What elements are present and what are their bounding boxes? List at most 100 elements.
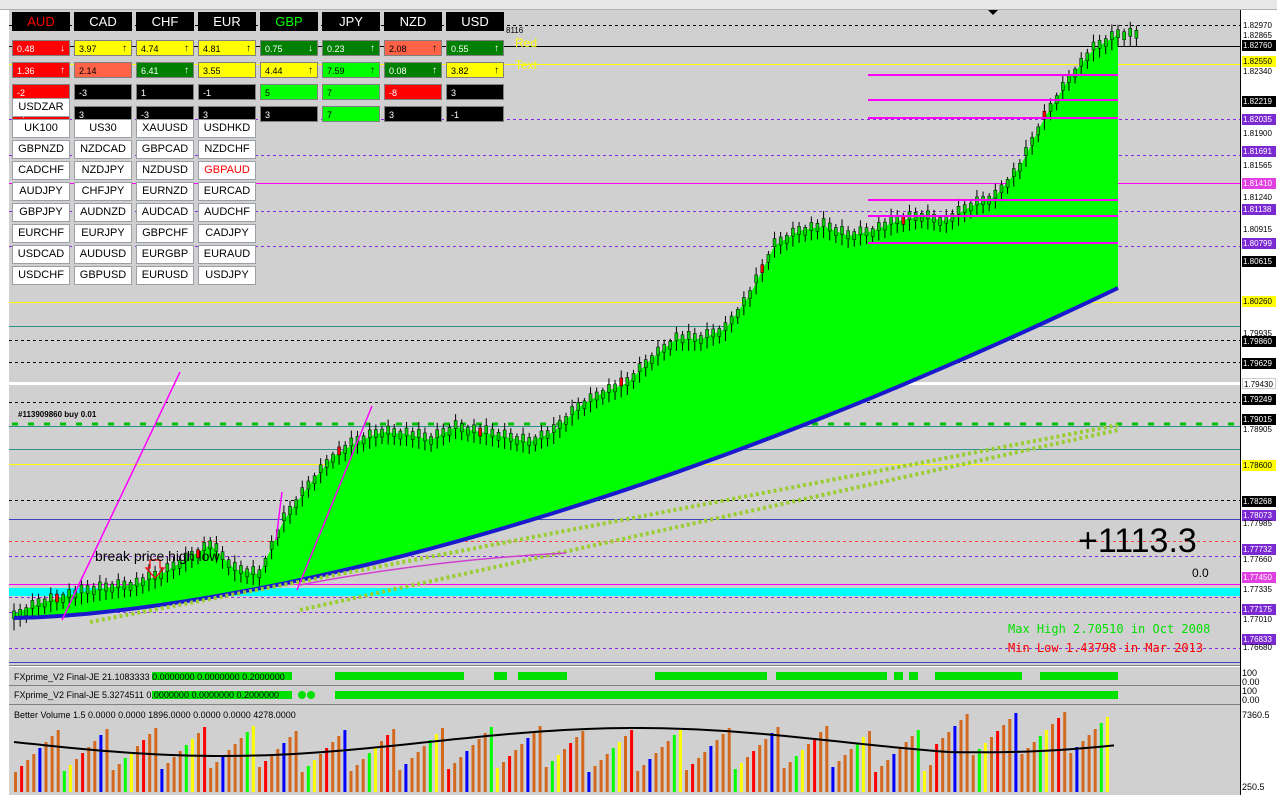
symbol-button-gbpnzd[interactable]: GBPNZD — [12, 140, 70, 159]
symbol-button-audusd[interactable]: AUDUSD — [74, 245, 132, 264]
candle-body — [643, 359, 648, 368]
candle-body — [760, 264, 765, 273]
candle-body — [490, 428, 495, 438]
candle-body — [79, 584, 84, 594]
volume-bar — [770, 733, 774, 792]
symbol-button-usdcad[interactable]: USDCAD — [12, 245, 70, 264]
symbol-button-eurnzd[interactable]: EURNZD — [136, 182, 194, 201]
strength-cell: 0.55 ↑ — [446, 40, 504, 56]
candle-body — [300, 487, 305, 496]
volume-bar — [819, 732, 823, 792]
symbol-button-chfjpy[interactable]: CHFJPY — [74, 182, 132, 201]
candle-body — [55, 593, 59, 603]
symbol-button-usdhkd[interactable]: USDHKD — [198, 119, 256, 138]
symbol-button-us30[interactable]: US30 — [74, 119, 132, 138]
volume-bar — [38, 748, 42, 792]
volume-bar — [331, 742, 335, 792]
candle-body — [883, 221, 887, 231]
candle-body — [674, 332, 679, 342]
symbol-button-gbpcad[interactable]: GBPCAD — [136, 140, 194, 159]
symbol-button-uk100[interactable]: UK100 — [12, 119, 70, 138]
symbol-button-euraud[interactable]: EURAUD — [198, 245, 256, 264]
candle-body — [441, 428, 446, 437]
strength-cell: 6.41 ↑ — [136, 62, 194, 78]
candle-body — [748, 290, 752, 299]
volume-bar — [721, 734, 725, 792]
candle-body — [576, 402, 581, 411]
candle-body — [999, 184, 1004, 194]
volume-bar — [672, 735, 676, 792]
candle-body — [374, 429, 378, 438]
candle-body — [766, 254, 771, 263]
symbol-button-usdjpy[interactable]: USDJPY — [198, 266, 256, 285]
symbol-button-usdchf[interactable]: USDCHF — [12, 266, 70, 285]
currency-header-usd: USD — [446, 12, 504, 31]
candle-body — [509, 432, 513, 442]
candle-body — [349, 437, 354, 447]
candle-body — [386, 425, 390, 435]
symbol-button-gbpusd[interactable]: GBPUSD — [74, 266, 132, 285]
candle-body — [588, 393, 593, 402]
symbol-button-usdzar[interactable]: USDZAR — [12, 98, 70, 117]
symbol-button-nzdjpy[interactable]: NZDJPY — [74, 161, 132, 180]
symbol-button-gbpaud[interactable]: GBPAUD — [198, 161, 256, 180]
volume-bar — [874, 772, 878, 792]
red-text-label: Red — [515, 36, 538, 50]
candle-body — [294, 499, 298, 508]
volume-bar — [849, 749, 853, 792]
candle-body — [1061, 81, 1065, 91]
candle-body — [42, 598, 47, 608]
symbol-button-cadchf[interactable]: CADCHF — [12, 161, 70, 180]
symbol-button-eurcad[interactable]: EURCAD — [198, 182, 256, 201]
symbol-button-eurjpy[interactable]: EURJPY — [74, 224, 132, 243]
symbol-button-gbpjpy[interactable]: GBPJPY — [12, 203, 70, 222]
candle-body — [220, 551, 225, 560]
candle-body — [693, 333, 697, 342]
volume-bar — [727, 728, 731, 792]
symbol-button-audjpy[interactable]: AUDJPY — [12, 182, 70, 201]
strength-cell: 7 — [322, 106, 380, 122]
candle-body — [852, 231, 857, 240]
symbol-button-nzdcad[interactable]: NZDCAD — [74, 140, 132, 159]
symbol-button-xauusd[interactable]: XAUUSD — [136, 119, 194, 138]
symbol-button-eurgbp[interactable]: EURGBP — [136, 245, 194, 264]
volume-bar — [312, 760, 316, 792]
candle-body — [502, 429, 507, 439]
volume-bar — [392, 729, 396, 792]
candle-body — [650, 355, 654, 364]
volume-bar — [752, 751, 756, 792]
symbol-button-audcad[interactable]: AUDCAD — [136, 203, 194, 222]
symbol-button-cadjpy[interactable]: CADJPY — [198, 224, 256, 243]
arrow-down-icon: ↓ — [308, 43, 313, 54]
candle-body — [478, 427, 482, 437]
price-label: 1.79860 — [1242, 336, 1276, 347]
price-axis[interactable]: 1.82970 1.82865 1.82760 1.82550 1.82340 1.822… — [1240, 12, 1277, 662]
candle-body — [380, 428, 384, 438]
symbol-button-eurusd[interactable]: EURUSD — [136, 266, 194, 285]
symbol-button-eurchf[interactable]: EURCHF — [12, 224, 70, 243]
price-label: 1.81410 — [1242, 178, 1276, 189]
volume-bar — [453, 763, 457, 792]
symbol-button-audnzd[interactable]: AUDNZD — [74, 203, 132, 222]
candle-body — [1116, 29, 1120, 39]
candle-body — [447, 427, 452, 436]
price-label: 1.77335 — [1243, 585, 1272, 594]
volume-bar — [294, 731, 298, 792]
symbol-button-audchf[interactable]: AUDCHF — [198, 203, 256, 222]
volume-bar — [367, 753, 371, 792]
volume-bar — [184, 745, 188, 792]
price-label: 1.78600 — [1242, 460, 1276, 471]
volume-bar — [916, 730, 920, 792]
volume-bar — [813, 738, 817, 792]
arrow-up-icon: ↑ — [184, 43, 189, 54]
symbol-button-gbpchf[interactable]: GBPCHF — [136, 224, 194, 243]
candle-body — [1005, 179, 1010, 188]
price-label: 1.82340 — [1243, 67, 1272, 76]
candle-body — [1048, 103, 1053, 112]
symbol-button-nzdchf[interactable]: NZDCHF — [198, 140, 256, 159]
symbol-button-nzdusd[interactable]: NZDUSD — [136, 161, 194, 180]
arrow-up-icon: ↑ — [494, 65, 499, 76]
volume-bar — [746, 757, 749, 792]
volume-bar — [929, 765, 932, 792]
indicator-dot — [298, 691, 306, 699]
